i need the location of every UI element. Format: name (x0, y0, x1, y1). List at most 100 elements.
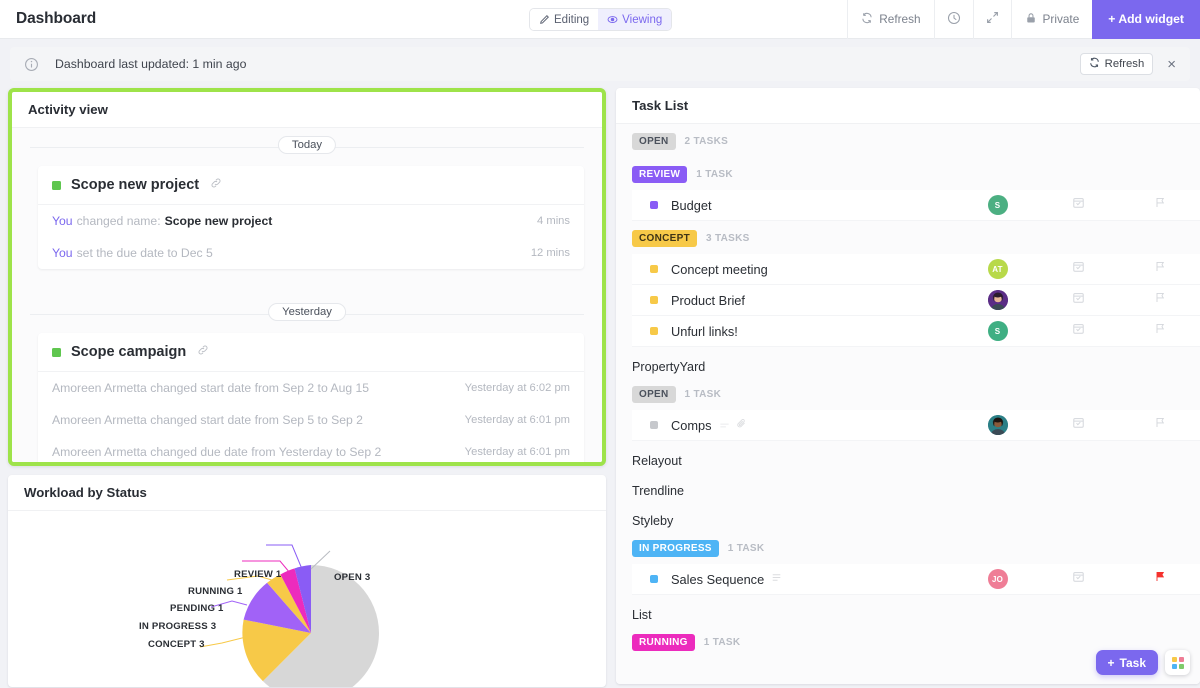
clock-icon (947, 11, 961, 28)
pie-svg (8, 511, 604, 687)
assignee-cell[interactable]: JO (957, 569, 1038, 589)
assignee-cell[interactable]: S (957, 195, 1038, 215)
apps-grid-icon[interactable] (1165, 650, 1190, 675)
activity-group-title[interactable]: Scope campaign (38, 333, 584, 372)
activity-view-header: Activity view (12, 92, 602, 128)
task-group-label[interactable]: PropertyYard (616, 347, 1200, 377)
status-task-count: 1 TASK (696, 169, 733, 180)
assignee-cell[interactable] (957, 415, 1038, 435)
workload-pie-chart: OPEN 3 REVIEW 1 RUNNING 1 PENDING 1 IN P… (8, 511, 606, 687)
due-date-cell[interactable] (1038, 291, 1119, 309)
flag-icon (1154, 416, 1166, 434)
workload-by-status-widget[interactable]: Workload by Status (8, 475, 606, 687)
history-button[interactable] (934, 0, 973, 39)
task-group-label[interactable]: Styleby (616, 501, 1200, 531)
task-status-dot (650, 575, 658, 583)
refresh-button[interactable]: Refresh (847, 0, 933, 39)
avatar[interactable] (988, 290, 1008, 310)
refresh-icon (861, 12, 873, 27)
notice-refresh-button[interactable]: Refresh (1080, 53, 1154, 75)
close-icon[interactable]: × (1163, 57, 1180, 72)
mode-editing-button[interactable]: Editing (530, 9, 598, 30)
task-list-body[interactable]: OPEN2 TASKSREVIEW1 TASK Budget S CONCEPT3 T… (616, 124, 1200, 684)
assignee-cell[interactable] (957, 290, 1038, 310)
page-title: Dashboard (0, 10, 96, 28)
link-icon[interactable] (210, 177, 222, 193)
toolbar-actions: Refresh Priva (847, 0, 1200, 39)
add-widget-button[interactable]: + Add widget (1092, 0, 1200, 39)
task-row[interactable]: Comps (632, 410, 1200, 441)
task-row[interactable]: Unfurl links!S (632, 316, 1200, 347)
task-name: Concept meeting (671, 262, 768, 277)
day-separator-yesterday: Yesterday (12, 295, 602, 333)
apps-grid-glyph (1172, 657, 1184, 669)
avatar[interactable]: S (988, 321, 1008, 341)
priority-cell[interactable] (1119, 570, 1200, 588)
view-mode-switch[interactable]: Editing Viewing (529, 8, 672, 31)
task-list-widget[interactable]: Task List OPEN2 TASKSREVIEW1 TASK Budget S… (616, 88, 1200, 684)
leader-line-concept (200, 637, 246, 647)
task-meta-icons (771, 570, 782, 588)
status-task-count: 1 TASK (685, 389, 722, 400)
expand-icon (986, 11, 999, 27)
avatar[interactable]: S (988, 195, 1008, 215)
priority-cell[interactable] (1119, 196, 1200, 214)
task-row[interactable]: Concept meeting AT (632, 254, 1200, 285)
avatar[interactable] (988, 415, 1008, 435)
add-task-button[interactable]: + Task (1096, 650, 1158, 675)
priority-cell[interactable] (1119, 260, 1200, 278)
assignee-cell[interactable]: AT (957, 259, 1038, 279)
priority-cell[interactable] (1119, 322, 1200, 340)
due-date-cell[interactable] (1038, 322, 1119, 340)
due-date-cell[interactable] (1038, 570, 1119, 588)
due-date-cell[interactable] (1038, 260, 1119, 278)
task-status-dot (650, 327, 658, 335)
due-date-cell[interactable] (1038, 416, 1119, 434)
task-cells: AT (957, 259, 1200, 279)
left-column: Activity view Today Scope new project (0, 88, 612, 677)
status-group-header[interactable]: OPEN2 TASKS (616, 124, 1200, 157)
status-group-header[interactable]: OPEN1 TASK (616, 377, 1200, 410)
activity-view-body[interactable]: Today Scope new project (12, 128, 602, 466)
right-column: Task List OPEN2 TASKSREVIEW1 TASK Budget S… (612, 88, 1200, 677)
info-icon (24, 57, 39, 72)
avatar[interactable]: JO (988, 569, 1008, 589)
link-icon[interactable] (197, 344, 209, 360)
task-row[interactable]: Sales SequenceJO (632, 564, 1200, 595)
mode-viewing-button[interactable]: Viewing (598, 9, 671, 30)
expand-button[interactable] (973, 0, 1011, 39)
avatar[interactable]: AT (988, 259, 1008, 279)
status-group-header[interactable]: REVIEW1 TASK (616, 157, 1200, 190)
priority-cell[interactable] (1119, 291, 1200, 309)
activity-group-title[interactable]: Scope new project (38, 166, 584, 205)
task-group-label[interactable]: List (616, 595, 1200, 625)
flag-icon (1154, 291, 1166, 309)
top-toolbar: Dashboard Editing Viewing (0, 0, 1200, 39)
task-meta-icons (719, 416, 747, 434)
activity-entry: You changed name: Scope new project 4 mi… (38, 205, 584, 237)
assignee-cell[interactable]: S (957, 321, 1038, 341)
task-name: Budget (671, 198, 712, 213)
activity-entry-time: Yesterday at 6:01 pm (465, 446, 570, 458)
activity-entry: Amoreen Armetta changed due date from Ye… (38, 436, 584, 466)
activity-entry-text: changed name: (77, 214, 161, 228)
task-row[interactable]: Product Brief (632, 285, 1200, 316)
activity-entry: Amoreen Armetta changed start date from … (38, 372, 584, 404)
activity-view-widget[interactable]: Activity view Today Scope new project (8, 88, 606, 466)
activity-entry-time: 4 mins (537, 215, 570, 227)
status-group-header[interactable]: CONCEPT3 TASKS (616, 221, 1200, 254)
task-status-dot (650, 421, 658, 429)
task-group-label[interactable]: Trendline (616, 471, 1200, 501)
privacy-button[interactable]: Private (1011, 0, 1093, 39)
task-row[interactable]: Budget S (632, 190, 1200, 221)
task-name: Product Brief (671, 293, 745, 308)
task-list-header: Task List (616, 88, 1200, 124)
priority-cell[interactable] (1119, 416, 1200, 434)
flag-icon (1154, 322, 1166, 340)
due-date-cell[interactable] (1038, 196, 1119, 214)
attachment-icon (736, 416, 747, 434)
task-group-label[interactable]: Relayout (616, 441, 1200, 471)
pie-label-in-progress: IN PROGRESS 3 (139, 621, 216, 632)
status-group-header[interactable]: IN PROGRESS1 TASK (616, 531, 1200, 564)
task-cells (957, 290, 1200, 310)
